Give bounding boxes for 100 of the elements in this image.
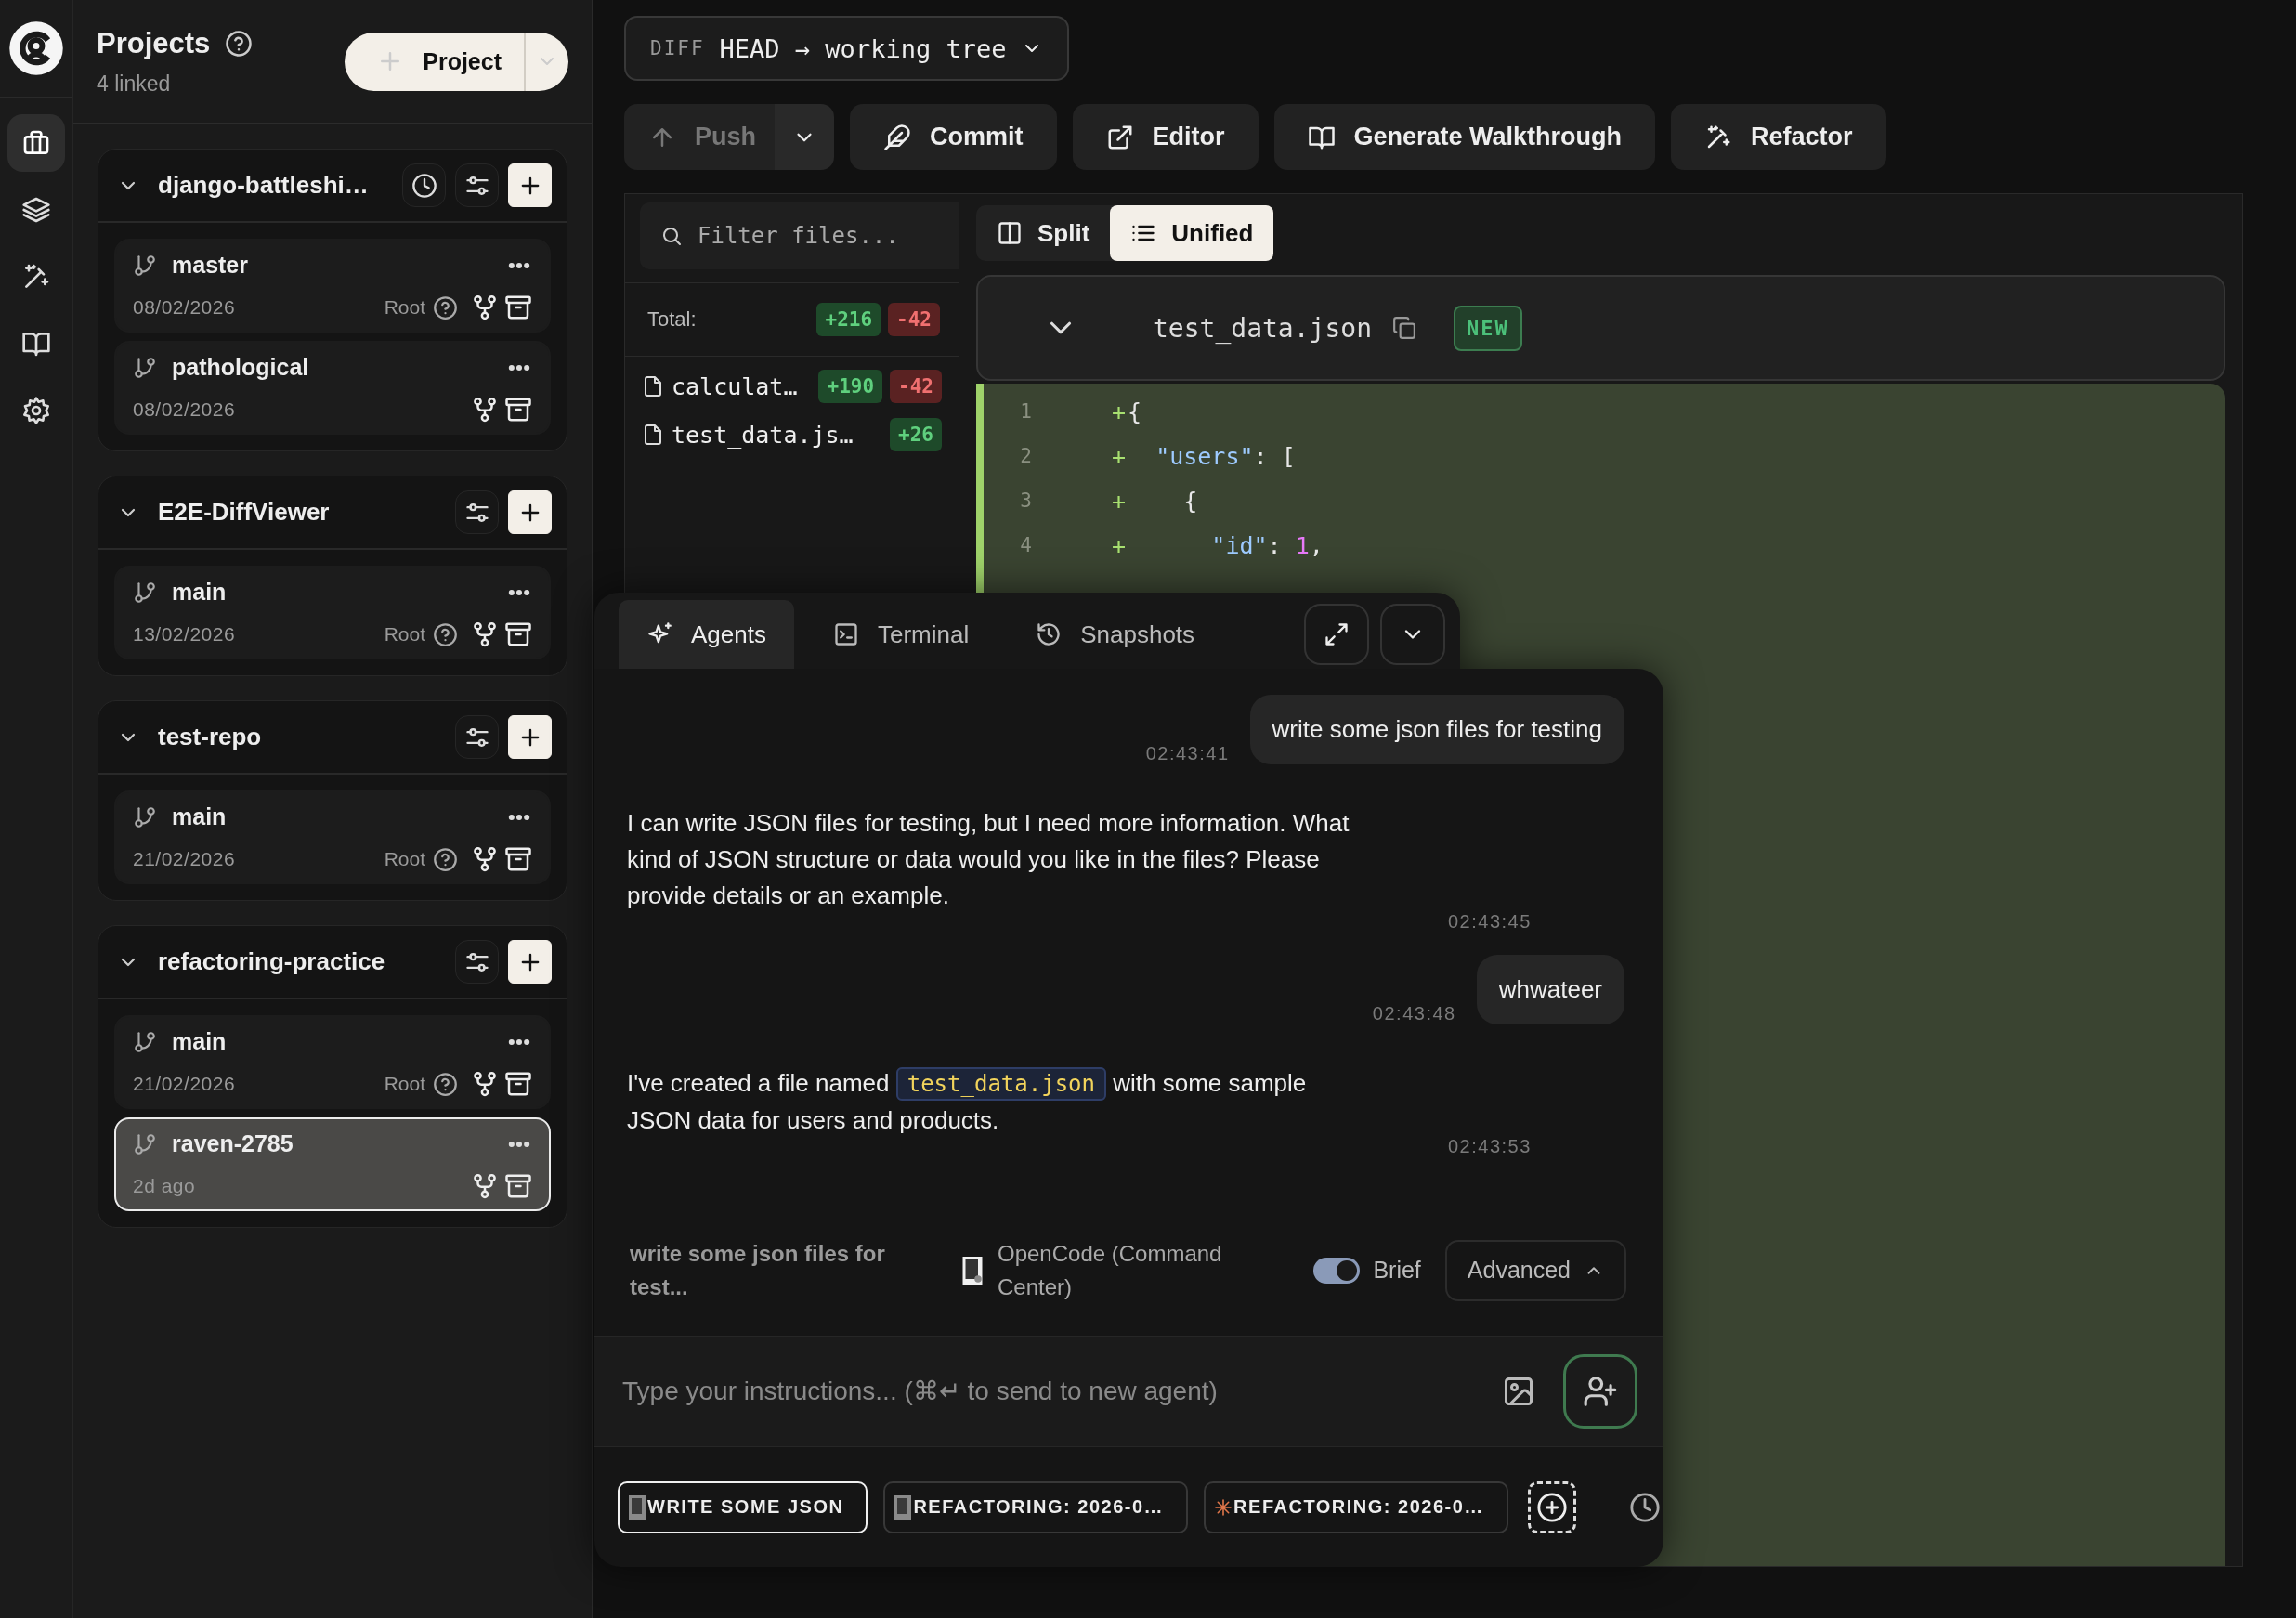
task-title: write some json files for test... (630, 1239, 886, 1301)
branch-date: 13/02/2026 (133, 623, 237, 646)
branch-icon (133, 580, 157, 605)
clock-icon (411, 172, 437, 199)
branch-name: pathological (172, 354, 310, 381)
nav-button[interactable] (7, 114, 65, 172)
help-icon[interactable] (225, 29, 254, 58)
settings-button[interactable] (455, 715, 499, 759)
archive-icon[interactable] (504, 845, 532, 873)
archive-icon[interactable] (504, 1070, 532, 1098)
view-mode-tab[interactable]: Split (976, 205, 1111, 261)
line-number: 3 (1019, 489, 1032, 512)
code-token: "users" (1155, 442, 1254, 470)
session-tab[interactable]: REFACTORING: 2026-0… (1204, 1481, 1508, 1533)
session-tab[interactable]: REFACTORING: 2026-0… (883, 1481, 1189, 1533)
fork-icon[interactable] (471, 845, 499, 873)
branch-date: 2d ago (133, 1175, 197, 1197)
code-token: { (1182, 487, 1198, 515)
branch-icon (133, 1029, 157, 1054)
branch-date: 21/02/2026 (133, 848, 237, 870)
branch-name: master (172, 252, 249, 279)
add-branch-button[interactable] (508, 163, 552, 207)
history-button[interactable] (1628, 1491, 1661, 1523)
project-name: refactoring-practice (158, 947, 386, 976)
toolbar-button[interactable]: Editor (1072, 104, 1259, 170)
add-branch-button[interactable] (508, 490, 552, 534)
user-message: whwateer (1476, 955, 1624, 1024)
fork-icon[interactable] (471, 396, 499, 424)
branch-name: main (172, 579, 228, 606)
linked-count: 4 linked (97, 71, 172, 97)
add-branch-button[interactable] (508, 940, 552, 984)
archive-icon[interactable] (504, 620, 532, 648)
branch-card[interactable]: main 13/02/2026 Root (114, 566, 551, 659)
root-label: Root (384, 848, 425, 870)
expand-button[interactable] (1304, 604, 1369, 665)
view-mode-tab[interactable]: Unified (1110, 205, 1274, 261)
branch-card[interactable]: raven-2785 2d ago (114, 1117, 551, 1211)
copy-icon[interactable] (1392, 316, 1416, 340)
project-name: E2E-DiffViewer (158, 498, 331, 527)
panel-tab[interactable]: Snapshots (1008, 600, 1223, 669)
branch-icon (133, 804, 157, 829)
help-icon[interactable] (433, 1071, 458, 1097)
code-token: + (1112, 487, 1127, 515)
settings-button[interactable] (455, 940, 499, 984)
removed-count: -42 (888, 303, 940, 336)
file-name[interactable]: calculat… (672, 372, 812, 400)
added-count: +216 (816, 303, 881, 336)
toolbar-button[interactable]: Refactor (1671, 104, 1886, 170)
sidebar-title: Projects (97, 26, 211, 60)
help-icon[interactable] (433, 621, 458, 647)
code-token: + (1112, 442, 1127, 470)
code-snippet: test_data.json (895, 1067, 1106, 1101)
code-token: + (1112, 398, 1127, 425)
plus-circle-icon (1535, 1491, 1568, 1523)
panel-tab[interactable]: Agents (619, 600, 794, 669)
archive-icon[interactable] (504, 294, 532, 321)
code-token: + (1112, 531, 1127, 559)
session-tab[interactable]: WRITE SOME JSON (618, 1481, 868, 1533)
history-button[interactable] (402, 163, 446, 207)
brief-toggle[interactable] (1313, 1257, 1361, 1284)
archive-icon[interactable] (504, 396, 532, 424)
file-name[interactable]: test_data.js… (672, 421, 883, 449)
file-icon (642, 375, 664, 398)
fork-icon[interactable] (471, 1070, 499, 1098)
diff-label: DIFF (650, 37, 705, 59)
filter-field[interactable]: Filter files... (640, 202, 959, 269)
fork-icon[interactable] (471, 1172, 499, 1200)
code-token: : [ (1253, 442, 1296, 470)
branch-card[interactable]: master 08/02/2026 Root (114, 239, 551, 333)
message-time: 02:43:48 (1372, 1003, 1456, 1024)
attach-image-button[interactable] (1502, 1375, 1535, 1408)
agent-message: I can write JSON files for testing, but I need more information. What kind of JSON structure or data would you like in the files? Please provide details or an example. (627, 808, 1350, 911)
help-icon[interactable] (433, 294, 458, 320)
help-icon[interactable] (433, 846, 458, 872)
archive-icon[interactable] (504, 1172, 532, 1200)
fork-icon[interactable] (471, 294, 499, 321)
fork-icon[interactable] (471, 620, 499, 648)
file-name: test_data.json (1153, 312, 1372, 344)
panel-tab[interactable]: Terminal (804, 600, 998, 669)
add-agent-button[interactable] (1563, 1354, 1637, 1429)
settings-icon (21, 396, 51, 425)
new-session-button[interactable] (1527, 1481, 1576, 1533)
branch-icon (133, 1131, 157, 1156)
branch-card[interactable]: main 21/02/2026 Root (114, 1015, 551, 1109)
toolbar-button[interactable]: Commit (850, 104, 1057, 170)
settings-button[interactable] (455, 490, 499, 534)
branch-card[interactable]: pathological 08/02/2026 (114, 341, 551, 435)
user-plus-icon (1583, 1374, 1618, 1409)
new-project-button[interactable]: Project (345, 32, 524, 91)
code-token: : (1267, 531, 1283, 559)
terminal-icon (832, 621, 859, 647)
total-label: Total: (647, 307, 698, 332)
settings-button[interactable] (455, 163, 499, 207)
dropdown-button[interactable] (524, 32, 568, 91)
diff-selector[interactable]: DIFF HEAD → working tree (624, 16, 1070, 81)
new-badge: NEW (1454, 305, 1522, 351)
advanced-button[interactable]: Advanced (1444, 1239, 1626, 1301)
add-branch-button[interactable] (508, 715, 552, 759)
toolbar-button[interactable]: Generate Walkthrough (1273, 104, 1656, 170)
branch-card[interactable]: main 21/02/2026 Root (114, 790, 551, 884)
